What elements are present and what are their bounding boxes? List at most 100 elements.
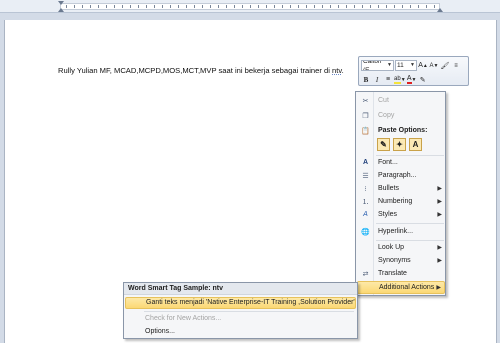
paste-merge-button[interactable]: ✦ <box>393 138 406 151</box>
translate-icon: ⇄ <box>362 270 369 278</box>
ruler-tick <box>226 5 227 8</box>
menu-item-look-up[interactable]: Look Up ▶ <box>357 241 445 254</box>
menu-item-translate[interactable]: ⇄ Translate <box>357 267 445 280</box>
ruler-tick <box>202 5 203 8</box>
bold-button[interactable]: B <box>361 74 371 85</box>
submenu-arrow-icon: ▶ <box>437 258 442 264</box>
right-indent-marker[interactable] <box>437 8 443 12</box>
highlighter-icon: ab <box>394 75 401 84</box>
menu-item-synonyms[interactable]: Synonyms ▶ <box>357 254 445 267</box>
menu-item-hyperlink[interactable]: 🌐 Hyperlink... <box>357 225 445 238</box>
menu-item-styles[interactable]: A Styles ▶ <box>357 208 445 221</box>
horizontal-ruler[interactable] <box>0 0 500 13</box>
ruler-tick <box>122 5 123 8</box>
ruler-tick <box>346 5 347 8</box>
font-size-combo[interactable]: 11 ▼ <box>395 60 417 71</box>
ruler-tick <box>98 5 99 8</box>
ruler-tick <box>218 5 219 8</box>
paste-text-icon: A <box>412 140 419 149</box>
copy-icon: ❐ <box>362 112 369 120</box>
chevron-down-icon: ▼ <box>411 76 417 83</box>
paste-keep-formatting-icon: ✎ <box>380 140 387 149</box>
submenu-arrow-icon: ▶ <box>437 186 442 192</box>
smart-tag-options[interactable]: Options... <box>125 326 356 338</box>
smart-tag-action-replace[interactable]: Ganti teks menjadi 'Native Enterprise-IT… <box>125 297 356 309</box>
ruler-tick <box>170 5 171 8</box>
align-center-icon: ≡ <box>385 76 391 83</box>
submenu-arrow-icon: ▶ <box>437 245 442 251</box>
menu-item-copy[interactable]: ❐ Copy <box>357 109 445 122</box>
ruler-tick <box>154 5 155 8</box>
ruler-tick <box>402 5 403 8</box>
smart-tag-word[interactable]: ntv <box>332 66 342 75</box>
ruler-tick <box>234 5 235 8</box>
font-name-combo[interactable]: Calibri (E ▼ <box>361 60 394 71</box>
smart-tag-check-new-actions[interactable]: Check for New Actions... <box>125 313 356 325</box>
first-line-indent-marker[interactable] <box>58 1 64 5</box>
ruler-tick <box>90 5 91 8</box>
context-menu: ✂ Cut ❐ Copy 📋 Paste Options: ✎ ✦ A A Font..… <box>355 91 446 296</box>
italic-button[interactable]: I <box>372 74 382 85</box>
chevron-down-icon: ▼ <box>387 62 392 68</box>
ruler-tick <box>114 5 115 8</box>
smart-tag-menu-title: Word Smart Tag Sample: ntv <box>124 283 357 295</box>
ruler-tick <box>274 5 275 8</box>
highlight-button[interactable]: ab ▼ <box>394 74 406 85</box>
paintbrush-icon: ✎ <box>419 76 426 84</box>
paragraph-end: . <box>341 66 344 75</box>
ruler-tick <box>250 5 251 8</box>
mini-toolbar: Calibri (E ▼ 11 ▼ A ▲ A ▼ 🖌 ≡ B I ≡ ab ▼ A ▼ ✎ <box>358 56 469 86</box>
paragraph-text: Rully Yulian MF, MCAD,MCPD,MOS,MCT,MVP s… <box>58 66 333 75</box>
grow-font-button[interactable]: A ▲ <box>418 60 428 71</box>
chevron-down-icon: ▼ <box>400 76 406 83</box>
format-painter-button-2[interactable]: ✎ <box>418 74 428 85</box>
ruler-tick <box>146 5 147 8</box>
ruler-tick <box>426 5 427 8</box>
left-indent-marker[interactable] <box>58 8 64 12</box>
menu-separator <box>144 311 354 312</box>
ruler-tick <box>362 5 363 8</box>
ruler-tick <box>290 5 291 8</box>
paste-options-header: 📋 Paste Options: <box>361 127 428 135</box>
smart-tag-submenu: Word Smart Tag Sample: ntv Ganti teks me… <box>123 282 358 339</box>
paste-text-only-button[interactable]: A <box>409 138 422 151</box>
styles-icon: ≡ <box>454 62 458 69</box>
chevron-down-icon: ▼ <box>410 62 415 68</box>
ruler-tick <box>386 5 387 8</box>
ruler-tick <box>210 5 211 8</box>
ruler-tick <box>370 5 371 8</box>
ruler-tick <box>314 5 315 8</box>
ruler-tick <box>338 5 339 8</box>
menu-item-cut[interactable]: ✂ Cut <box>357 94 445 107</box>
ruler-tick <box>106 5 107 8</box>
shrink-font-button[interactable]: A ▼ <box>429 60 439 71</box>
ruler-tick <box>330 5 331 8</box>
ruler-tick <box>306 5 307 8</box>
bullets-icon: ⁝ <box>364 185 367 193</box>
ruler-tick <box>130 5 131 8</box>
paste-merge-icon: ✦ <box>396 140 403 149</box>
paste-keep-source-button[interactable]: ✎ <box>377 138 390 151</box>
styles-button[interactable]: ≡ <box>451 60 461 71</box>
paste-icon: 📋 <box>361 127 370 135</box>
font-color-button[interactable]: A ▼ <box>406 74 417 85</box>
align-center-button[interactable]: ≡ <box>383 74 393 85</box>
document-paragraph[interactable]: Rully Yulian MF, MCAD,MCPD,MOS,MCT,MVP s… <box>58 66 344 75</box>
ruler-tick <box>178 5 179 8</box>
submenu-arrow-icon: ▶ <box>437 199 442 205</box>
ruler-tick <box>322 5 323 8</box>
paste-options-row: ✎ ✦ A <box>377 138 422 151</box>
paragraph-icon: ☰ <box>362 172 369 180</box>
ruler-tick <box>394 5 395 8</box>
menu-item-bullets[interactable]: ⁝ Bullets ▶ <box>357 182 445 195</box>
format-painter-button[interactable]: 🖌 <box>440 60 450 71</box>
menu-item-numbering[interactable]: ⒈ Numbering ▶ <box>357 195 445 208</box>
ruler-tick <box>186 5 187 8</box>
arrow-up-icon: ▲ <box>422 62 428 69</box>
menu-item-additional-actions[interactable]: Additional Actions ▶ <box>357 281 445 294</box>
ruler-tick <box>410 5 411 8</box>
menu-item-paragraph[interactable]: ☰ Paragraph... <box>357 169 445 182</box>
ruler-tick <box>194 5 195 8</box>
scissors-icon: ✂ <box>362 97 369 105</box>
menu-item-font[interactable]: A Font... <box>357 156 445 169</box>
